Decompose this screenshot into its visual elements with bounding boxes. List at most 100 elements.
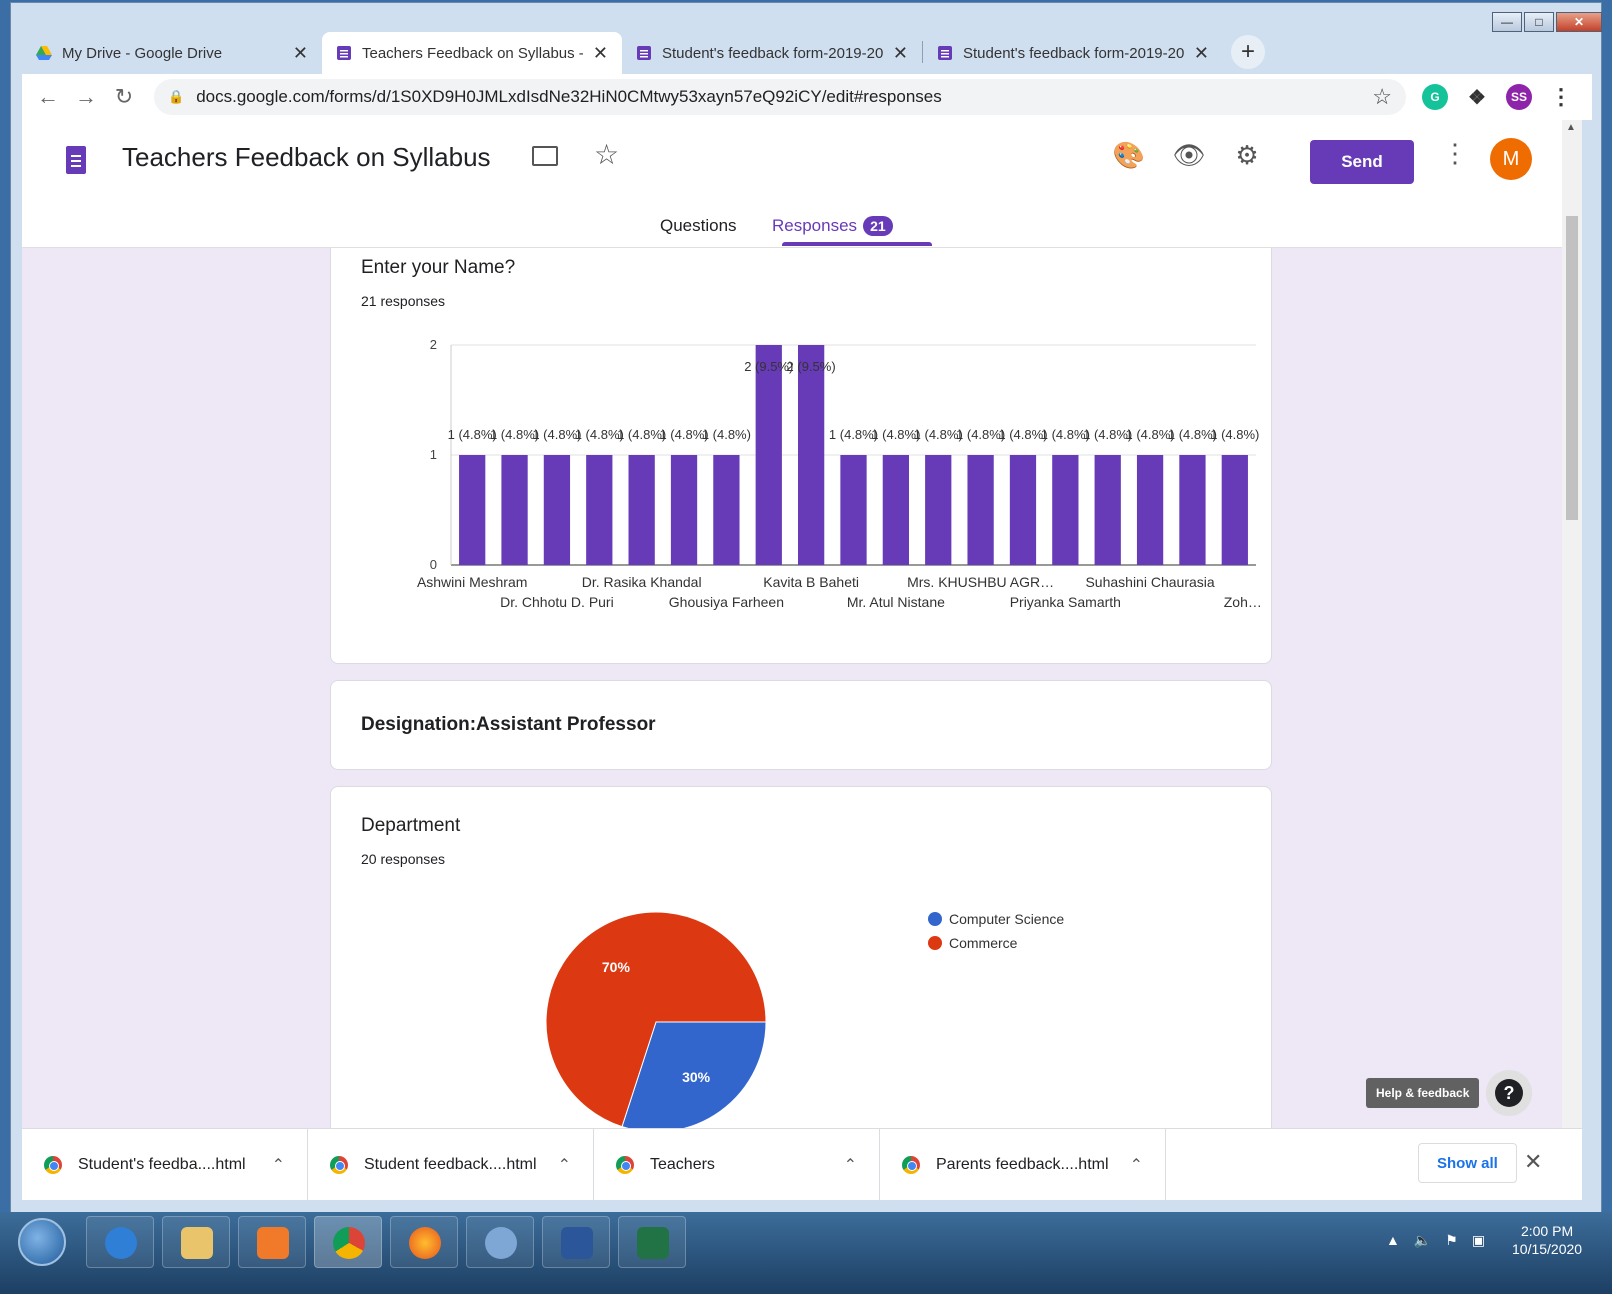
tab-my-drive[interactable]: My Drive - Google Drive ✕: [22, 32, 322, 74]
volume-icon[interactable]: 🔈: [1414, 1232, 1431, 1249]
close-tab-icon[interactable]: ✕: [293, 43, 308, 64]
star-icon[interactable]: ☆: [594, 138, 619, 171]
close-window-button[interactable]: ✕: [1556, 12, 1602, 32]
download-file-name: Student feedback....html: [364, 1155, 537, 1173]
minimize-button[interactable]: —: [1492, 12, 1522, 32]
folder-icon: [181, 1227, 213, 1259]
more-options-icon[interactable]: ⋮: [1442, 138, 1468, 169]
download-item[interactable]: Student's feedba....html ⌃: [22, 1128, 308, 1201]
browser-menu-icon[interactable]: ⋮: [1548, 84, 1574, 110]
address-bar[interactable]: 🔒 docs.google.com/forms/d/1S0XD9H0JMLxdI…: [154, 79, 1406, 115]
form-title[interactable]: Teachers Feedback on Syllabus: [122, 142, 491, 173]
legend-swatch: [928, 912, 942, 926]
bar: [882, 455, 910, 565]
page-scrollbar[interactable]: ▲ ▼: [1562, 120, 1582, 1160]
help-button[interactable]: ?: [1486, 1070, 1532, 1116]
google-forms-icon[interactable]: [66, 146, 86, 174]
excel-icon: [637, 1227, 669, 1259]
legend-label: Computer Science: [949, 911, 1064, 927]
chevron-up-icon[interactable]: ⌃: [1130, 1155, 1143, 1175]
start-button[interactable]: [18, 1218, 66, 1266]
bar: [1136, 455, 1164, 565]
bar: [967, 455, 994, 565]
pie-slice-label: 70%: [602, 959, 631, 975]
tab-teachers-feedback[interactable]: Teachers Feedback on Syllabus - ✕: [322, 32, 622, 74]
settings-gear-icon[interactable]: ⚙: [1230, 140, 1264, 171]
bar: [1052, 455, 1079, 565]
taskbar-file-explorer[interactable]: [162, 1216, 230, 1268]
show-all-button[interactable]: Show all: [1418, 1143, 1517, 1183]
new-tab-button[interactable]: +: [1231, 35, 1265, 69]
reload-icon[interactable]: ↻: [108, 84, 140, 110]
url-text: docs.google.com/forms/d/1S0XD9H0JMLxdIsd…: [196, 87, 942, 106]
network-icon[interactable]: ▣: [1472, 1232, 1485, 1249]
scrollbar-thumb[interactable]: [1566, 216, 1578, 520]
close-downloads-icon[interactable]: ✕: [1524, 1149, 1542, 1175]
account-avatar[interactable]: M: [1490, 138, 1532, 180]
chevron-up-icon[interactable]: ⌃: [272, 1155, 285, 1175]
media-player-icon: [257, 1227, 289, 1259]
downloads-bar: Student's feedba....html ⌃ Student feedb…: [22, 1128, 1582, 1201]
tab-questions[interactable]: Questions: [660, 216, 737, 236]
internet-explorer-icon: [105, 1227, 137, 1259]
folder-icon[interactable]: [532, 146, 558, 166]
taskbar-chrome[interactable]: [314, 1216, 382, 1268]
window-controls: — □ ✕: [1492, 12, 1602, 32]
response-count: 20 responses: [361, 851, 446, 867]
word-icon: [561, 1227, 593, 1259]
x-tick-label: Dr. Rasika Khandal: [582, 574, 702, 590]
profile-avatar[interactable]: SS: [1506, 84, 1532, 110]
bar: [670, 455, 698, 565]
taskbar-word[interactable]: [542, 1216, 610, 1268]
close-tab-icon[interactable]: ✕: [1194, 43, 1209, 64]
taskbar-mail[interactable]: [466, 1216, 534, 1268]
active-tab-indicator: [782, 242, 932, 246]
chevron-up-icon[interactable]: ⌃: [844, 1155, 857, 1175]
x-tick-label: Mrs. KHUSHBU AGR…: [907, 574, 1054, 590]
bar: [713, 455, 740, 565]
tab-student-feedback-1[interactable]: Student's feedback form-2019-20 ✕: [622, 32, 922, 74]
pie-slice-label: 30%: [682, 1069, 711, 1085]
bar: [1009, 455, 1037, 565]
download-item[interactable]: Teachers ⌃: [594, 1128, 880, 1201]
taskbar-media-player[interactable]: [238, 1216, 306, 1268]
close-tab-icon[interactable]: ✕: [593, 43, 608, 64]
system-tray: ▲ 🔈 ⚑ ▣: [1386, 1232, 1485, 1249]
download-file-name: Student's feedba....html: [78, 1155, 246, 1173]
tab-student-feedback-2[interactable]: Student's feedback form-2019-20 ✕: [923, 32, 1223, 74]
tab-responses[interactable]: Responses 21: [772, 216, 893, 236]
google-forms-icon: [637, 46, 651, 60]
bar-data-label: 1 (4.8%): [702, 427, 751, 442]
bar: [1179, 455, 1206, 565]
taskbar-excel[interactable]: [618, 1216, 686, 1268]
forward-arrow-icon[interactable]: →: [70, 84, 102, 110]
scroll-up-arrow-icon[interactable]: ▲: [1566, 122, 1576, 133]
bar: [543, 455, 571, 565]
download-item[interactable]: Parents feedback....html ⌃: [880, 1128, 1166, 1201]
preview-eye-icon[interactable]: 👁: [1172, 140, 1206, 171]
puzzle-extensions-icon[interactable]: ❖: [1464, 84, 1490, 110]
grammarly-extension-icon[interactable]: G: [1422, 84, 1448, 110]
back-arrow-icon[interactable]: ←: [32, 84, 64, 110]
bar: [797, 345, 825, 565]
clock-time: 2:00 PM: [1520, 1223, 1574, 1239]
taskbar-clock[interactable]: 2:00 PM 10/15/2020: [1512, 1222, 1582, 1258]
download-item[interactable]: Student feedback....html ⌃: [308, 1128, 594, 1201]
x-tick-label: Priyanka Samarth: [1010, 594, 1121, 610]
bar: [459, 455, 486, 565]
taskbar-internet-explorer[interactable]: [86, 1216, 154, 1268]
name-bar-chart: 0121 (4.8%)1 (4.8%)1 (4.8%)1 (4.8%)1 (4.…: [417, 339, 1262, 610]
action-center-flag-icon[interactable]: ⚑: [1445, 1232, 1458, 1249]
browser-toolbar: ← → ↻ 🔒 docs.google.com/forms/d/1S0XD9H0…: [22, 74, 1592, 120]
bar: [628, 455, 655, 565]
bar-data-label: 1 (4.8%): [1210, 427, 1259, 442]
y-tick-label: 1: [430, 447, 437, 462]
close-tab-icon[interactable]: ✕: [893, 43, 908, 64]
chevron-up-icon[interactable]: ⌃: [558, 1155, 571, 1175]
show-hidden-icons-icon[interactable]: ▲: [1386, 1232, 1400, 1249]
maximize-button[interactable]: □: [1524, 12, 1554, 32]
bookmark-star-icon[interactable]: ☆: [1372, 84, 1392, 110]
taskbar-firefox[interactable]: [390, 1216, 458, 1268]
send-button[interactable]: Send: [1310, 140, 1414, 184]
palette-icon[interactable]: 🎨: [1112, 140, 1146, 171]
